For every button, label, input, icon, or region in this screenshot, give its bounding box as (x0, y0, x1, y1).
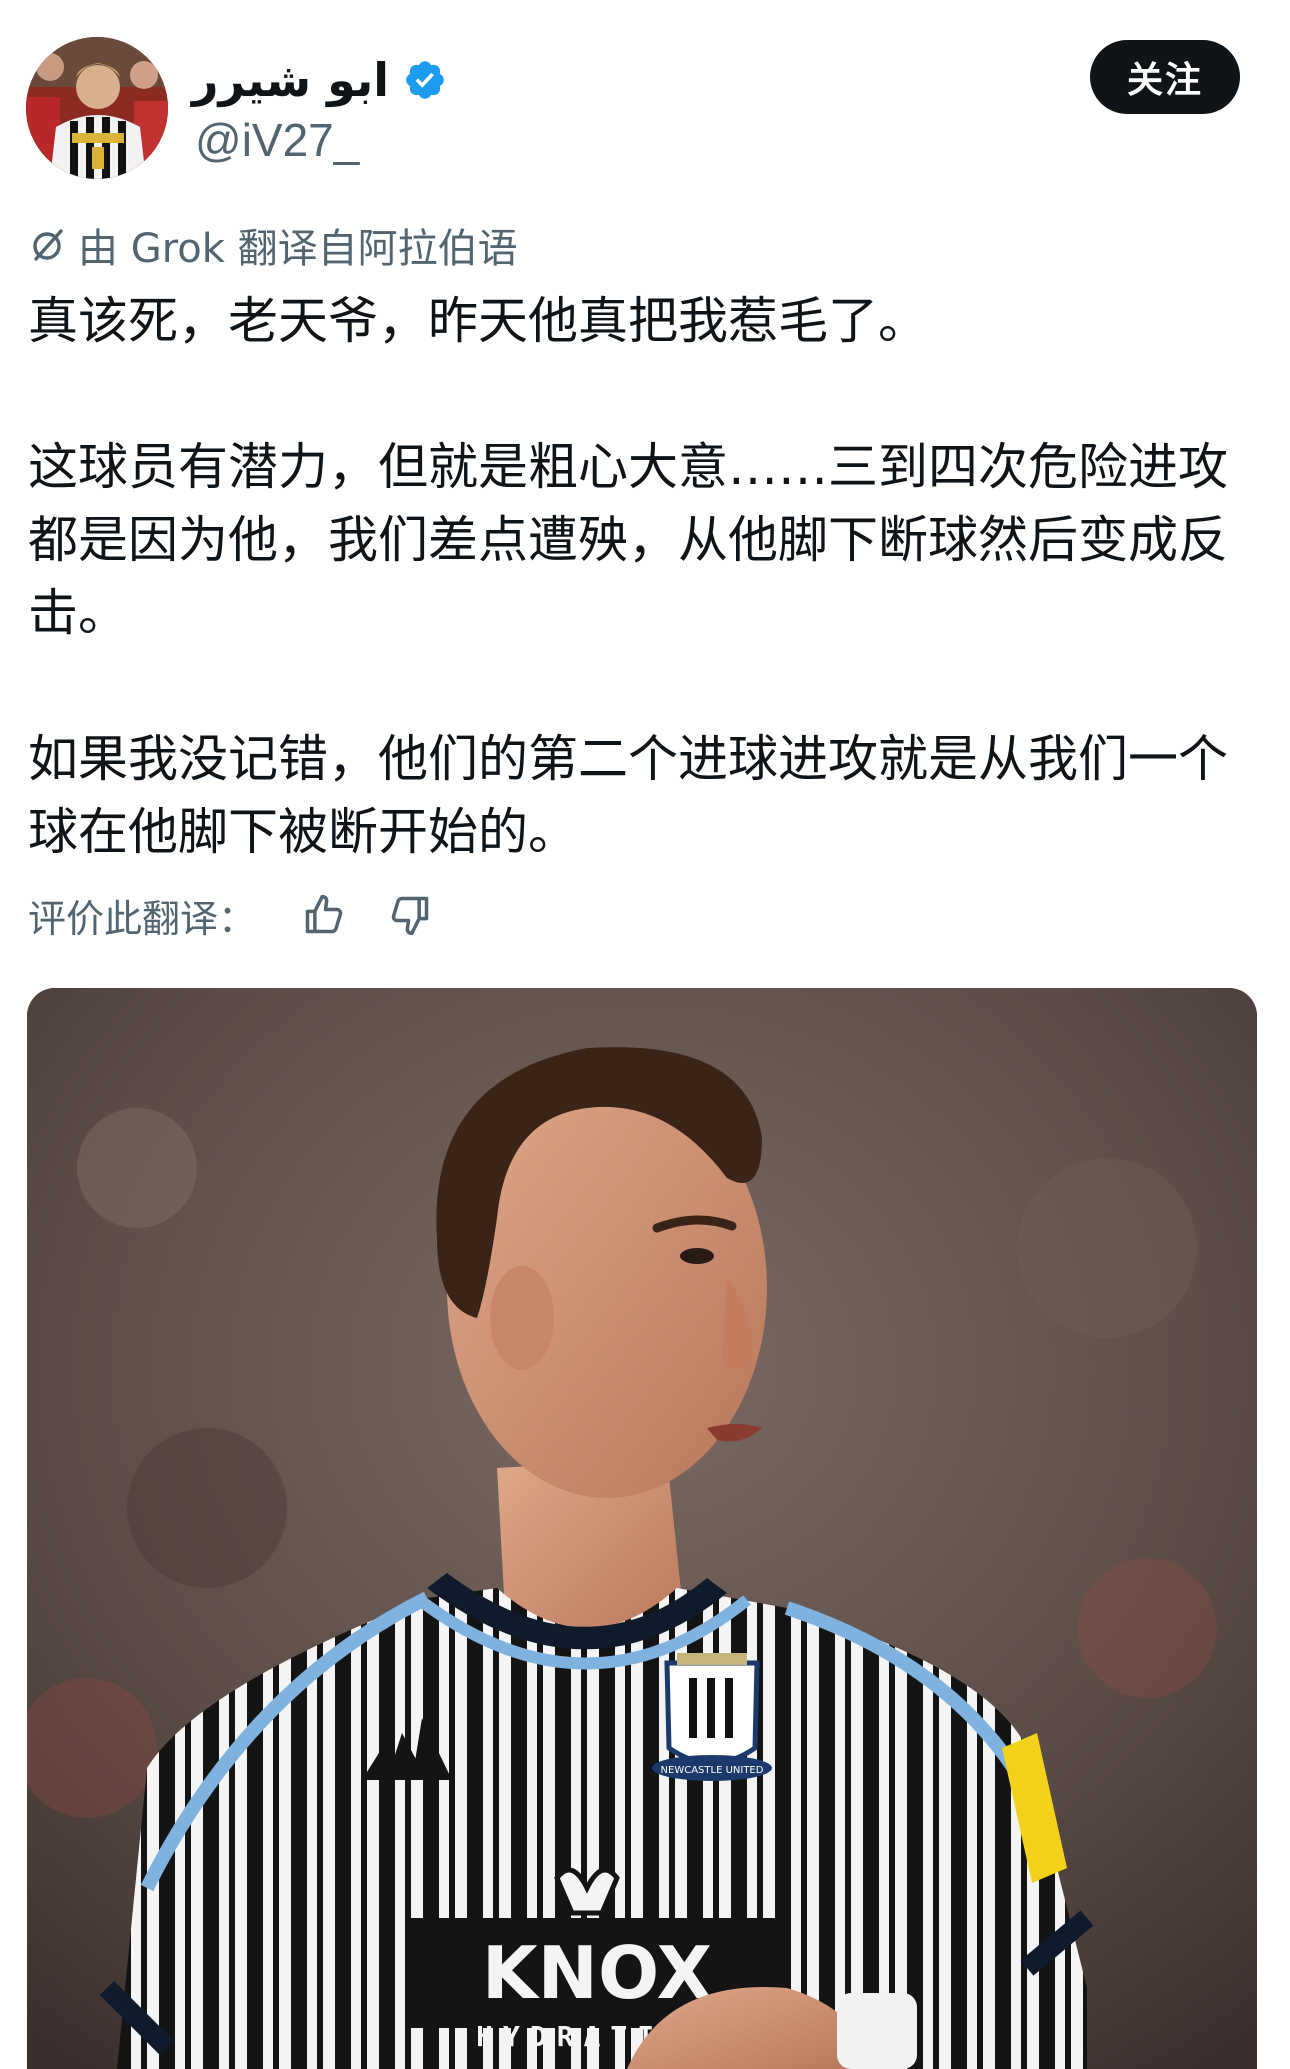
tweet-page: ابو شيرر @iV27_ 关注 由 Grok 翻译自阿拉伯语 真该死，老天… (0, 0, 1290, 2069)
author-name-row[interactable]: ابو شيرر (192, 50, 447, 110)
club-crest: NEWCASTLE UNITED (652, 1653, 772, 1781)
thumbs-up-icon (305, 894, 343, 934)
avatar[interactable] (26, 37, 168, 179)
author-handle[interactable]: @iV27_ (195, 110, 359, 170)
author-display-name[interactable]: ابو شيرر (192, 50, 389, 110)
sponsor-main-text: KNOX (482, 1931, 712, 2015)
translation-rating: 评价此翻译： (28, 887, 468, 943)
rate-translation-label: 评价此翻译： (28, 896, 257, 941)
verified-badge-icon (406, 61, 444, 99)
thumbs-up-button[interactable] (296, 887, 352, 943)
translation-notice-text: 由 Grok 翻译自阿拉伯语 (78, 226, 518, 272)
thumbs-down-button[interactable] (382, 887, 438, 943)
tweet-paragraph: 如果我没记错，他们的第二个进球进攻就是从我们一个球在他脚下被断开始的。 (28, 730, 1228, 861)
crest-text: NEWCASTLE UNITED (661, 1765, 764, 1776)
avatar-icon (26, 37, 168, 179)
tweet-media-image[interactable]: NEWCASTLE UNITED KNOX HYDRATION (27, 988, 1257, 2069)
tweet-paragraph: 真该死，老天爷，昨天他真把我惹毛了。 (28, 292, 928, 350)
player-photo: NEWCASTLE UNITED KNOX HYDRATION (27, 988, 1257, 2069)
thumbs-down-icon (391, 896, 429, 936)
tweet-text: 真该死，老天爷，昨天他真把我惹毛了。 这球员有潜力，但就是粗心大意……三到四次危… (28, 285, 1268, 869)
tweet-paragraph: 这球员有潜力，但就是粗心大意……三到四次危险进攻都是因为他，我们差点遭殃，从他脚… (28, 438, 1228, 642)
translation-notice: 由 Grok 翻译自阿拉伯语 (28, 217, 518, 273)
grok-icon (33, 229, 63, 261)
follow-button[interactable]: 关注 (1090, 40, 1240, 114)
